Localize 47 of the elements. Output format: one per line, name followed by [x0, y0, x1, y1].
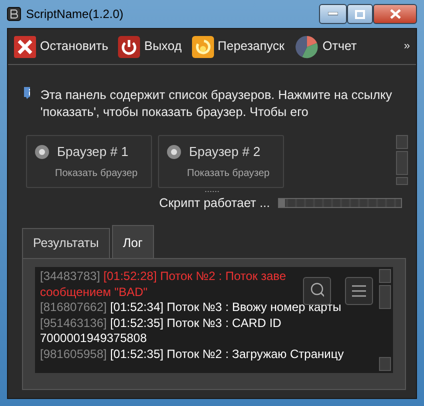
browser-icon — [35, 144, 49, 159]
scrollbar-thumb[interactable] — [396, 151, 408, 175]
toolbar-label: Перезапуск — [218, 38, 284, 56]
info-text: Эта панель содержит список браузеров. Нажмите на ссылку 'показать', чтобы показать браузер. Чтобы его — [40, 87, 393, 121]
toolbar-button[interactable]: Отчет — [294, 34, 357, 58]
toolbar-label: Остановить — [40, 38, 108, 56]
scroll-up-button[interactable] — [379, 269, 391, 283]
menu-icon — [352, 284, 366, 298]
scroll-down-button[interactable] — [396, 177, 408, 185]
scroll-up-button[interactable] — [396, 135, 408, 149]
tab[interactable]: Лог — [112, 225, 154, 258]
toolbar-label: Отчет — [322, 38, 357, 56]
toolbar-overflow-button[interactable]: » — [404, 38, 410, 55]
maximize-icon — [355, 10, 365, 18]
show-browser-link[interactable]: Показать браузер — [55, 168, 138, 178]
toolbar-button[interactable]: Перезапуск — [192, 36, 284, 58]
browser-title: Браузер # 2 — [189, 143, 260, 161]
log-line: [34483783] [01:52:28] Поток №2 : Поток заве — [40, 269, 288, 284]
close-icon — [390, 9, 400, 19]
window-title: ScriptName(1.2.0) — [26, 6, 124, 23]
maximize-button[interactable] — [347, 4, 373, 24]
menu-button[interactable] — [345, 277, 373, 305]
tab[interactable]: Результаты — [22, 228, 110, 258]
toolbar-button[interactable]: Остановить — [14, 36, 108, 58]
stop-icon — [14, 36, 36, 58]
log-line: [816807662] [01:52:34] Поток №3 : Ввожу номер карты — [40, 300, 342, 316]
scroll-down-button[interactable] — [379, 357, 391, 371]
splitter-handle[interactable]: ...... — [204, 184, 220, 194]
minimize-icon — [328, 12, 338, 16]
browser-icon — [167, 144, 181, 159]
info-icon — [24, 87, 30, 99]
minimize-button[interactable] — [319, 4, 347, 24]
log-line: [951463136] [01:52:35] Поток №3 : CARD ID 7000001949375808 — [40, 316, 282, 346]
app-icon — [7, 7, 21, 21]
status-text: Скрипт работает ... — [159, 194, 270, 212]
toolbar-label: Выход — [144, 38, 182, 56]
show-browser-link[interactable]: Показать браузер — [187, 168, 270, 178]
log-line: сообщением "BAD" — [40, 284, 149, 300]
pie-chart-icon — [294, 34, 318, 58]
browser-title: Браузер # 1 — [57, 143, 128, 161]
toolbar-button[interactable]: Выход — [118, 36, 182, 58]
search-button[interactable] — [303, 277, 331, 305]
close-button[interactable] — [373, 4, 417, 24]
scrollbar-thumb[interactable] — [379, 285, 391, 309]
refresh-icon — [192, 36, 214, 58]
power-icon — [118, 36, 140, 58]
log-line: [981605958] [01:52:35] Поток №2 : Загружаю Страницу — [40, 346, 345, 362]
